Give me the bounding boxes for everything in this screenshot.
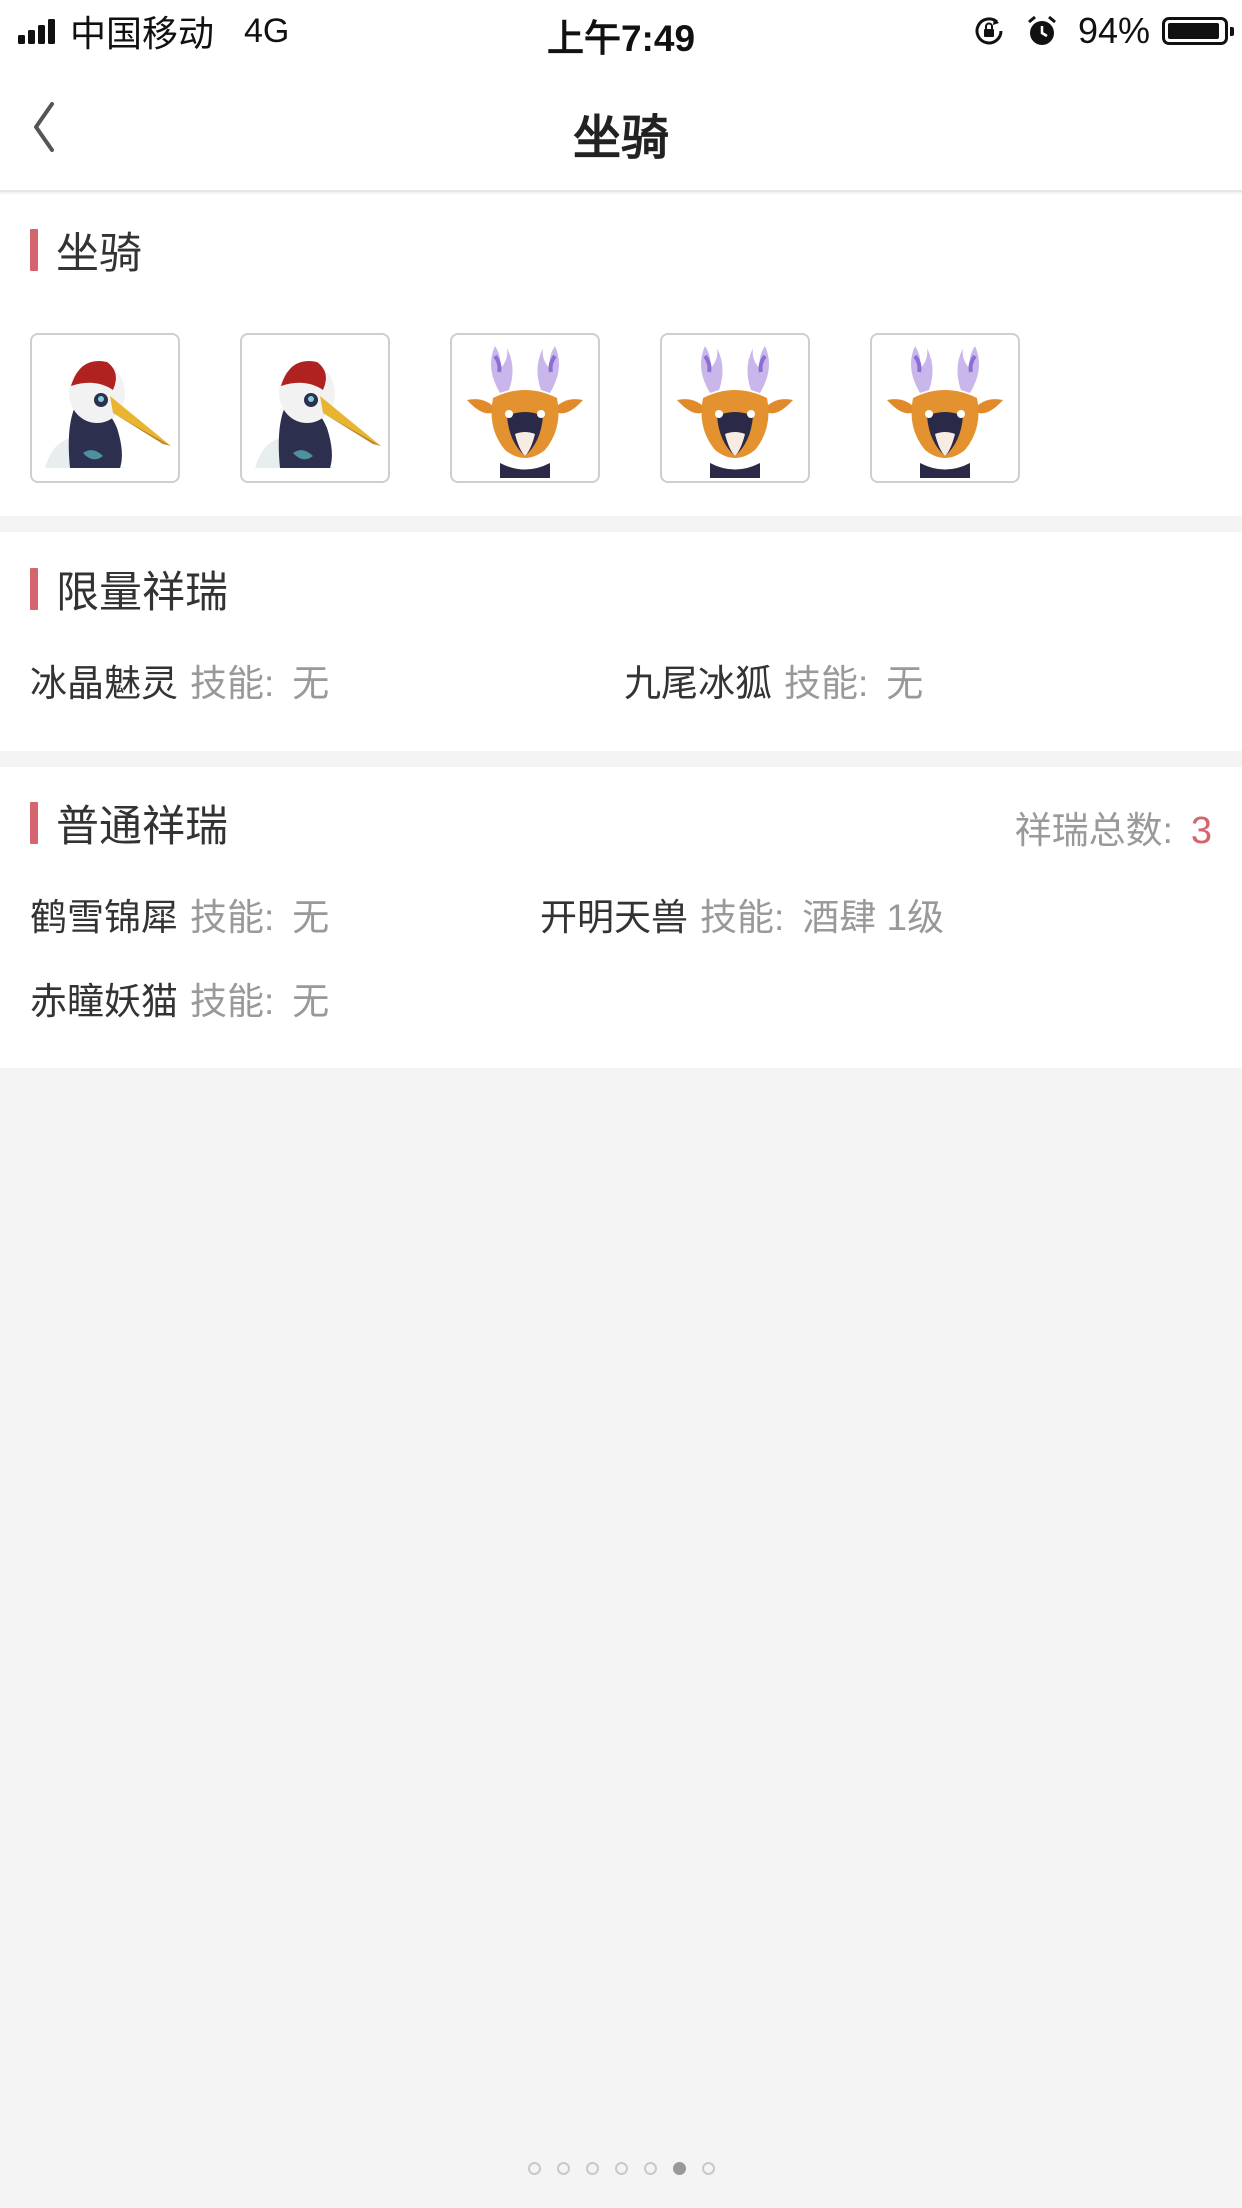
- rotation-lock-icon: [972, 14, 1006, 48]
- section-header: 坐骑: [30, 228, 142, 278]
- battery-percent: 94%: [1077, 10, 1150, 51]
- list-item: 开明天兽 技能: 酒肆 1级: [540, 887, 944, 941]
- normal-card: 普通祥瑞 祥瑞总数: 3 鹤雪锦犀 技能: 无 开明天兽 技能: 酒肆 1级 赤…: [0, 767, 1242, 1068]
- deer-mount-icon: [887, 346, 1003, 478]
- section-header: 普通祥瑞: [30, 801, 228, 851]
- skill-value: 无: [292, 981, 330, 1022]
- item-name: 九尾冰狐: [624, 663, 772, 704]
- skill-label: 技能:: [700, 897, 785, 938]
- total-label: 祥瑞总数:: [1014, 810, 1173, 851]
- mount-tile[interactable]: [660, 333, 810, 483]
- page-dot[interactable]: [643, 2162, 657, 2175]
- battery-icon: [1162, 17, 1234, 45]
- list-item: 鹤雪锦犀 技能: 无: [30, 887, 329, 941]
- crane-mount-icon: [255, 361, 381, 468]
- deer-mount-icon: [467, 346, 583, 478]
- page-dot[interactable]: [585, 2162, 599, 2175]
- item-name: 冰晶魅灵: [30, 663, 178, 704]
- section-title: 普通祥瑞: [56, 803, 228, 851]
- section-title: 限量祥瑞: [56, 569, 228, 617]
- page-dot[interactable]: [527, 2162, 541, 2175]
- page-dot[interactable]: [672, 2162, 686, 2175]
- skill-label: 技能:: [190, 663, 275, 704]
- list-item: 赤瞳妖猫 技能: 无: [30, 971, 329, 1025]
- section-header: 限量祥瑞: [30, 567, 228, 617]
- item-name: 鹤雪锦犀: [30, 897, 178, 938]
- page-indicator: [0, 2162, 1242, 2175]
- total-count: 祥瑞总数: 3: [1015, 800, 1212, 854]
- status-bar: 中国移动 4G 上午7:49 94%: [0, 0, 1242, 62]
- skill-value: 酒肆 1级: [802, 897, 945, 938]
- section-accent-bar: [30, 568, 38, 610]
- total-value: 3: [1190, 810, 1212, 852]
- item-name: 开明天兽: [540, 897, 688, 938]
- mount-tile[interactable]: [30, 333, 180, 483]
- limited-card: 限量祥瑞 冰晶魅灵 技能: 无 九尾冰狐 技能: 无: [0, 532, 1242, 751]
- page-dot[interactable]: [556, 2162, 570, 2175]
- mount-tile[interactable]: [240, 333, 390, 483]
- mount-tile[interactable]: [450, 333, 600, 483]
- skill-value: 无: [886, 663, 924, 704]
- skill-label: 技能:: [784, 663, 869, 704]
- list-item: 九尾冰狐 技能: 无: [624, 653, 923, 707]
- page-title: 坐骑: [572, 112, 669, 165]
- skill-value: 无: [292, 663, 330, 704]
- skill-label: 技能:: [190, 981, 275, 1022]
- section-title: 坐骑: [56, 230, 142, 278]
- page-dot[interactable]: [701, 2162, 715, 2175]
- list-item: 冰晶魅灵 技能: 无: [30, 653, 329, 707]
- mount-tile[interactable]: [870, 333, 1020, 483]
- page-dot[interactable]: [614, 2162, 628, 2175]
- alarm-icon: [1026, 14, 1058, 48]
- deer-mount-icon: [677, 346, 793, 478]
- mount-list: [30, 333, 1080, 483]
- section-accent-bar: [30, 229, 38, 271]
- crane-mount-icon: [45, 361, 171, 468]
- skill-value: 无: [292, 897, 330, 938]
- skill-label: 技能:: [190, 897, 275, 938]
- mounts-card: 坐骑: [0, 194, 1242, 516]
- item-name: 赤瞳妖猫: [30, 981, 178, 1022]
- nav-bar: 坐骑: [0, 62, 1242, 192]
- section-accent-bar: [30, 802, 38, 844]
